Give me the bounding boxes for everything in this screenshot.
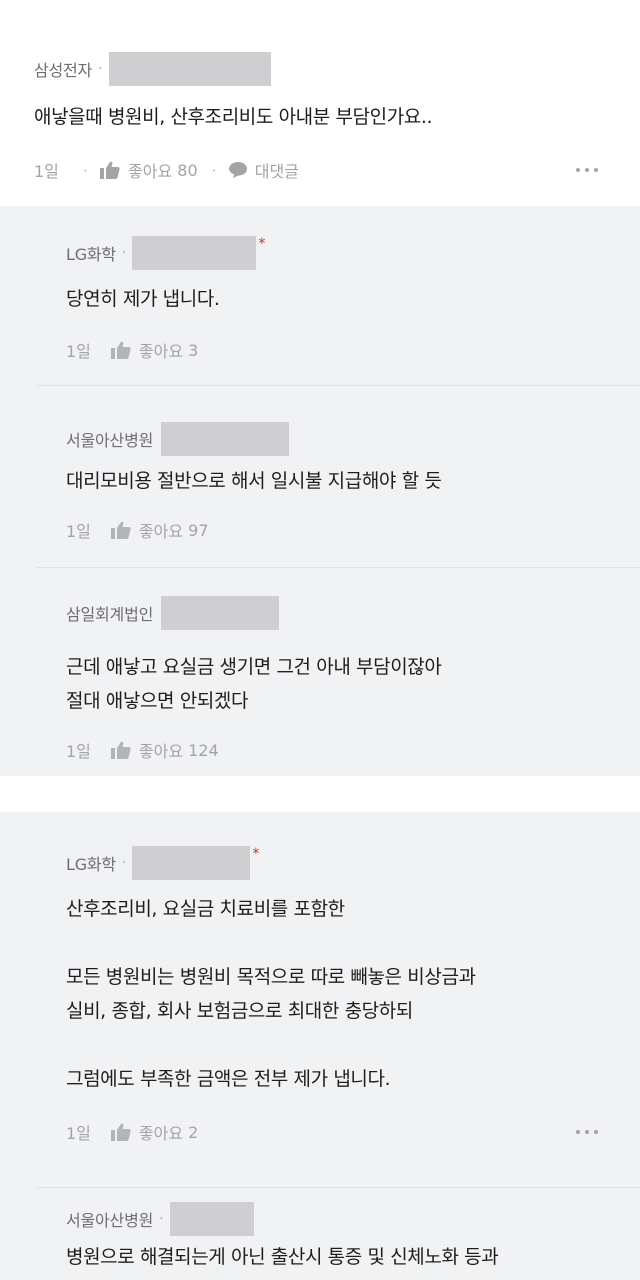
like-button[interactable]: 좋아요 3 xyxy=(110,338,199,362)
comment-meta: LG화학 · * xyxy=(66,846,260,880)
comment-text: 애낳을때 병원비, 산후조리비도 아내분 부담인가요.. xyxy=(34,106,433,128)
like-count: 3 xyxy=(188,340,199,360)
reply-label: 대댓글 xyxy=(254,162,299,181)
comment-time: 1일 xyxy=(66,1124,91,1143)
redacted-nickname xyxy=(108,52,271,86)
redacted-nickname xyxy=(132,236,257,270)
comment-time: 1일 xyxy=(66,522,91,541)
reply-button[interactable]: 대댓글 xyxy=(228,158,299,182)
company-name[interactable]: LG화학 xyxy=(66,851,116,875)
reply-text-line-1: 산후조리비, 요실금 치료비를 포함한 xyxy=(66,898,345,920)
like-label: 좋아요 xyxy=(138,742,184,761)
thumbs-up-icon xyxy=(110,741,131,759)
like-label: 좋아요 xyxy=(138,522,184,541)
comment-meta: 삼일회계법인 xyxy=(66,596,280,630)
like-button[interactable]: 좋아요 80 xyxy=(100,158,198,182)
separator-dot: · xyxy=(121,855,127,871)
like-count: 97 xyxy=(188,520,209,540)
reply-text: 병원으로 해결되는게 아닌 출산시 통증 및 신체노화 등과 xyxy=(66,1246,499,1268)
reply-thread-1: LG화학 · * 당연히 제가 냅니다. 1일 좋아요 3 서울아산병원 대리모… xyxy=(0,206,640,776)
comment-time: 1일 xyxy=(66,742,91,761)
reply-item: 서울아산병원 대리모비용 절반으로 해서 일시불 지급해야 할 듯 1일 좋아요… xyxy=(0,386,640,568)
thumbs-up-icon xyxy=(110,341,131,359)
section-gap xyxy=(0,776,640,812)
reply-text-line-4: 그럼에도 부족한 금액은 전부 제가 냅니다. xyxy=(66,1068,391,1090)
separator-dot: · xyxy=(82,160,88,180)
comment-time: 1일 xyxy=(34,162,59,181)
separator-dot: · xyxy=(98,61,103,77)
like-label: 좋아요 xyxy=(138,342,184,361)
company-name[interactable]: 삼성전자 xyxy=(34,57,92,81)
company-name[interactable]: LG화학 xyxy=(66,241,116,265)
comment-actions: 1일 · 좋아요 80 · 대댓글 xyxy=(34,158,299,182)
comment-meta: 서울아산병원 · xyxy=(66,1202,254,1236)
company-name[interactable]: 서울아산병원 xyxy=(66,1207,153,1231)
comment-actions: 1일 좋아요 2 xyxy=(66,1120,198,1144)
redacted-nickname xyxy=(161,596,280,630)
company-name[interactable]: 삼일회계법인 xyxy=(66,601,153,625)
like-count: 80 xyxy=(177,160,198,180)
redacted-nickname xyxy=(169,1202,254,1236)
like-count: 2 xyxy=(188,1122,199,1142)
comment-time: 1일 xyxy=(66,342,91,361)
separator-dot: · xyxy=(121,245,127,261)
thumbs-up-icon xyxy=(110,521,131,539)
author-mark: * xyxy=(252,846,260,862)
comment-meta: 서울아산병원 xyxy=(66,422,290,456)
reply-text-line-1: 근데 애낳고 요실금 생기면 그건 아내 부담이잖아 xyxy=(66,656,442,678)
redacted-nickname xyxy=(161,422,290,456)
redacted-nickname xyxy=(132,846,251,880)
comment-meta: 삼성전자 · xyxy=(34,52,271,86)
reply-thread-2: LG화학 · * 산후조리비, 요실금 치료비를 포함한 모든 병원비는 병원비… xyxy=(0,812,640,1280)
reply-text-line-2: 절대 애낳으면 안되겠다 xyxy=(66,690,249,712)
thumbs-up-icon xyxy=(100,161,120,179)
reply-text: 대리모비용 절반으로 해서 일시불 지급해야 할 듯 xyxy=(66,470,442,492)
reply-item: 서울아산병원 · 병원으로 해결되는게 아닌 출산시 통증 및 신체노화 등과 xyxy=(0,1188,640,1280)
like-button[interactable]: 좋아요 97 xyxy=(110,518,209,542)
separator-dot: · xyxy=(159,1211,164,1227)
like-label: 좋아요 xyxy=(128,162,173,181)
like-count: 124 xyxy=(188,740,219,760)
original-comment: 삼성전자 · 애낳을때 병원비, 산후조리비도 아내분 부담인가요.. 1일 ·… xyxy=(0,0,640,206)
reply-text-line-3: 실비, 종합, 회사 보험금으로 최대한 충당하되 xyxy=(66,1000,413,1022)
company-name[interactable]: 서울아산병원 xyxy=(66,427,153,451)
more-dots-icon[interactable] xyxy=(576,168,598,172)
reply-item: LG화학 · * 산후조리비, 요실금 치료비를 포함한 모든 병원비는 병원비… xyxy=(0,812,640,1188)
comment-actions: 1일 좋아요 3 xyxy=(66,338,198,362)
like-button[interactable]: 좋아요 2 xyxy=(110,1120,199,1144)
reply-item: LG화학 · * 당연히 제가 냅니다. 1일 좋아요 3 xyxy=(0,206,640,386)
reply-item: 삼일회계법인 근데 애낳고 요실금 생기면 그건 아내 부담이잖아 절대 애낳으… xyxy=(0,568,640,776)
like-button[interactable]: 좋아요 124 xyxy=(110,738,219,762)
comment-actions: 1일 좋아요 124 xyxy=(66,738,219,762)
thumbs-up-icon xyxy=(110,1123,131,1141)
separator-dot: · xyxy=(211,160,217,180)
reply-text: 당연히 제가 냅니다. xyxy=(66,288,220,310)
like-label: 좋아요 xyxy=(138,1124,184,1143)
more-dots-icon[interactable] xyxy=(576,1130,598,1134)
reply-text-line-2: 모든 병원비는 병원비 목적으로 따로 빼놓은 비상금과 xyxy=(66,966,476,988)
comment-meta: LG화학 · * xyxy=(66,236,266,270)
author-mark: * xyxy=(258,236,266,252)
speech-bubble-icon xyxy=(228,162,247,178)
comment-actions: 1일 좋아요 97 xyxy=(66,518,209,542)
